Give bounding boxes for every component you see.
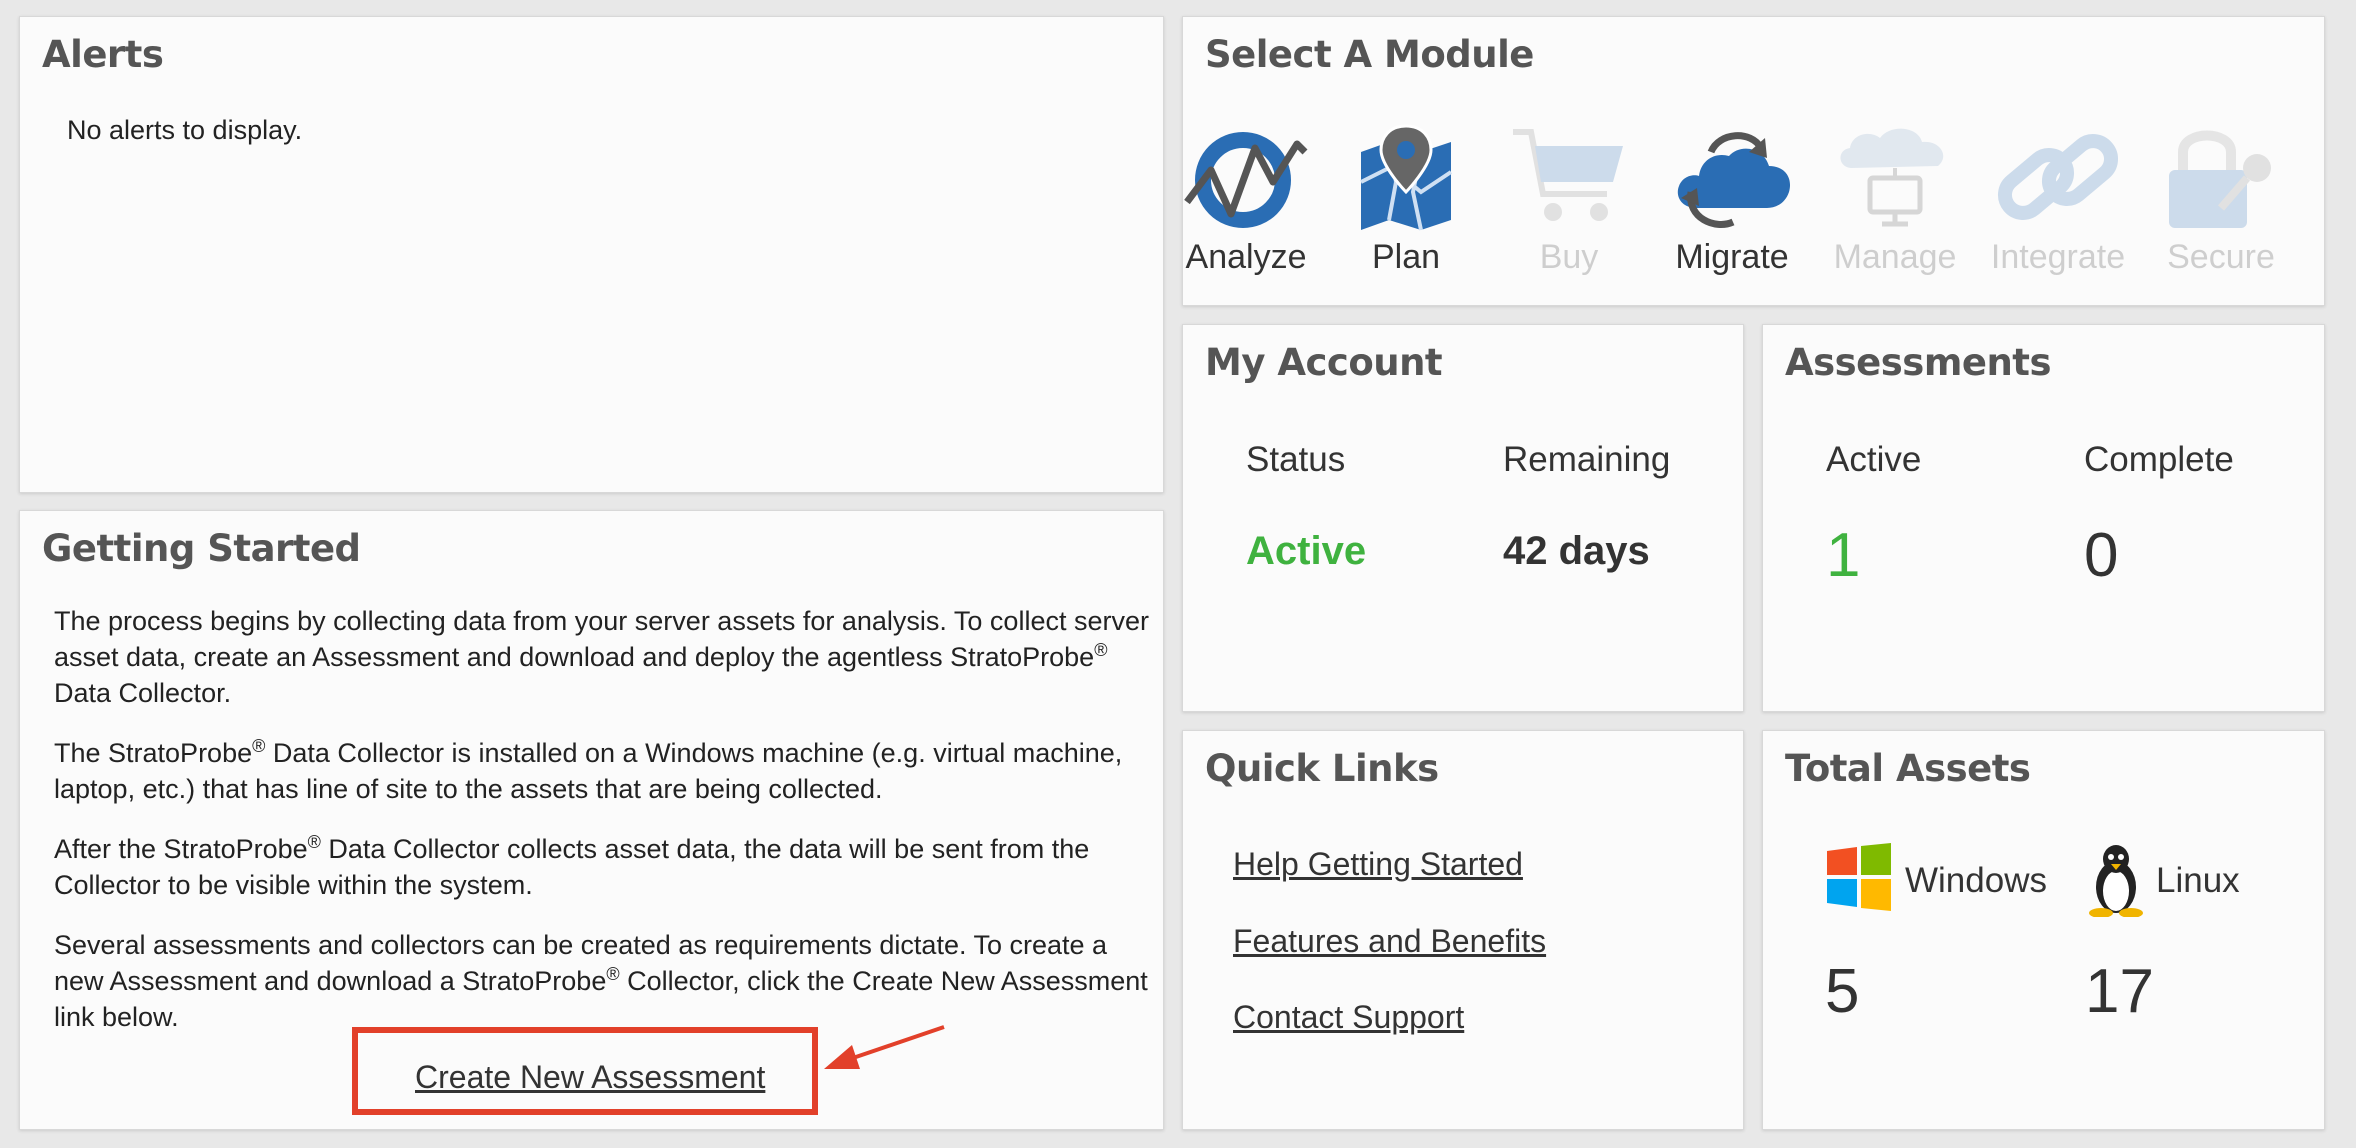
module-label-analyze: Analyze — [1185, 238, 1307, 276]
analyze-icon — [1184, 132, 1308, 228]
cloud-sync-icon — [1677, 132, 1791, 228]
paragraph-1-text: The process begins by collecting data fr… — [54, 606, 1149, 672]
module-label-plan: Plan — [1371, 238, 1441, 276]
registered-mark: ® — [606, 964, 620, 984]
module-label-manage: Manage — [1833, 238, 1957, 276]
getting-started-title: Getting Started — [42, 527, 361, 570]
lock-key-icon — [2169, 130, 2271, 228]
paragraph-3-text: After the StratoProbe — [54, 834, 308, 864]
module-label-secure: Secure — [2167, 238, 2275, 276]
module-label-buy: Buy — [1539, 238, 1599, 276]
windows-label: Windows — [1905, 861, 2047, 900]
status-header: Status — [1246, 440, 1346, 479]
getting-started-panel: Getting Started The process begins by co… — [19, 510, 1164, 1130]
windows-count: 5 — [1825, 957, 1860, 1026]
alerts-title: Alerts — [42, 33, 164, 76]
active-header: Active — [1826, 440, 1922, 479]
complete-header: Complete — [2084, 440, 2234, 479]
module-plan[interactable]: Plan — [1331, 122, 1481, 277]
paragraph-1: The process begins by collecting data fr… — [54, 603, 1154, 711]
paragraph-2-text: The StratoProbe — [54, 738, 253, 768]
module-integrate: Integrate — [1983, 122, 2133, 277]
link-contact-support[interactable]: Contact Support — [1233, 999, 1464, 1036]
module-secure: Secure — [2146, 122, 2296, 277]
paragraph-1-text-end: Data Collector. — [54, 678, 232, 708]
complete-count: 0 — [2084, 521, 2119, 590]
arrow-annotation — [824, 1025, 945, 1069]
quick-links-panel: Quick Links Help Getting Started Feature… — [1182, 730, 1744, 1130]
total-assets-title: Total Assets — [1785, 747, 2031, 790]
account-title: My Account — [1205, 341, 1443, 384]
link-help-getting-started[interactable]: Help Getting Started — [1233, 846, 1523, 883]
registered-mark: ® — [307, 832, 321, 852]
cart-icon — [1513, 129, 1623, 221]
module-panel-title: Select A Module — [1205, 33, 1534, 76]
module-analyze[interactable]: Analyze — [1171, 122, 1321, 277]
module-migrate[interactable]: Migrate — [1657, 122, 1807, 277]
assessments-title: Assessments — [1785, 341, 2052, 384]
windows-icon — [1827, 843, 1891, 911]
cloud-monitor-icon — [1840, 128, 1944, 227]
create-new-assessment-link[interactable]: Create New Assessment — [415, 1059, 765, 1096]
assessments-panel: Assessments Active Complete 1 0 — [1762, 324, 2325, 712]
linux-icon — [2089, 845, 2143, 917]
alerts-message: No alerts to display. — [67, 115, 303, 145]
linux-label: Linux — [2156, 861, 2240, 900]
module-buy: Buy — [1494, 122, 1644, 277]
getting-started-body: The process begins by collecting data fr… — [54, 603, 1154, 1035]
module-label-migrate: Migrate — [1675, 238, 1789, 276]
module-panel: Select A Module Analyze Plan Buy Migrate… — [1182, 16, 2325, 306]
paragraph-3: After the StratoProbe® Data Collector co… — [54, 831, 1154, 903]
linux-count: 17 — [2085, 957, 2154, 1026]
remaining-header: Remaining — [1503, 440, 1671, 479]
link-features-and-benefits[interactable]: Features and Benefits — [1233, 923, 1546, 960]
status-value: Active — [1246, 529, 1367, 573]
remaining-value: 42 days — [1503, 529, 1650, 573]
total-assets-panel: Total Assets Windows Linux 5 17 — [1762, 730, 2325, 1130]
registered-mark: ® — [1094, 640, 1108, 660]
alerts-panel: Alerts No alerts to display. — [19, 16, 1164, 493]
module-list: Analyze Plan Buy Migrate Manage Integrat… — [1183, 122, 2324, 312]
map-pin-icon — [1360, 124, 1453, 231]
chain-link-icon — [1997, 134, 2119, 220]
quick-links-title: Quick Links — [1205, 747, 1439, 790]
active-count: 1 — [1826, 521, 1861, 590]
paragraph-2: The StratoProbe® Data Collector is insta… — [54, 735, 1154, 807]
account-panel: My Account Status Remaining Active 42 da… — [1182, 324, 1744, 712]
module-manage: Manage — [1820, 122, 1970, 277]
paragraph-4: Several assessments and collectors can b… — [54, 927, 1154, 1035]
registered-mark: ® — [252, 736, 266, 756]
module-label-integrate: Integrate — [1990, 238, 2126, 276]
